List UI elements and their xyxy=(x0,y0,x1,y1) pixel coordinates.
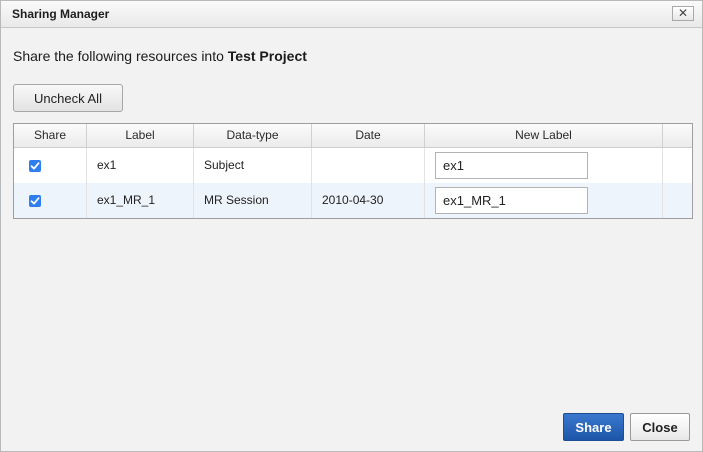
checkbox-checked-icon xyxy=(30,162,40,170)
table-row: ex1_MR_1 MR Session 2010-04-30 xyxy=(14,183,692,218)
date-cell xyxy=(312,148,425,183)
table-header: Share Label Data-type Date New Label xyxy=(14,124,692,148)
project-name: Test Project xyxy=(227,48,307,64)
share-checkbox[interactable] xyxy=(29,160,41,172)
data-type-cell: Subject xyxy=(194,148,312,183)
share-cell xyxy=(14,183,87,218)
new-label-input[interactable] xyxy=(435,187,588,214)
label-cell: ex1 xyxy=(87,148,194,183)
column-header-label[interactable]: Label xyxy=(87,124,194,147)
new-label-cell xyxy=(425,148,663,183)
share-checkbox[interactable] xyxy=(29,195,41,207)
page-heading: Share the following resources into Test … xyxy=(13,48,307,64)
dialog-titlebar: Sharing Manager ✕ xyxy=(1,1,702,28)
close-icon[interactable]: ✕ xyxy=(672,6,694,21)
share-button[interactable]: Share xyxy=(563,413,624,441)
resources-table: Share Label Data-type Date New Label ex1… xyxy=(13,123,693,219)
column-header-date[interactable]: Date xyxy=(312,124,425,147)
new-label-input[interactable] xyxy=(435,152,588,179)
checkbox-checked-icon xyxy=(30,197,40,205)
heading-prefix: Share the following resources into xyxy=(13,48,228,64)
spacer-cell xyxy=(663,183,692,218)
share-cell xyxy=(14,148,87,183)
dialog-title: Sharing Manager xyxy=(12,7,110,21)
sharing-manager-dialog: Sharing Manager ✕ Share the following re… xyxy=(0,0,703,452)
spacer-cell xyxy=(663,148,692,183)
column-header-share[interactable]: Share xyxy=(14,124,87,147)
data-type-cell: MR Session xyxy=(194,183,312,218)
column-header-data-type[interactable]: Data-type xyxy=(194,124,312,147)
close-button[interactable]: Close xyxy=(630,413,690,441)
label-cell: ex1_MR_1 xyxy=(87,183,194,218)
uncheck-all-button[interactable]: Uncheck All xyxy=(13,84,123,112)
column-header-spacer xyxy=(663,124,692,147)
column-header-new-label[interactable]: New Label xyxy=(425,124,663,147)
date-cell: 2010-04-30 xyxy=(312,183,425,218)
table-row: ex1 Subject xyxy=(14,148,692,183)
new-label-cell xyxy=(425,183,663,218)
